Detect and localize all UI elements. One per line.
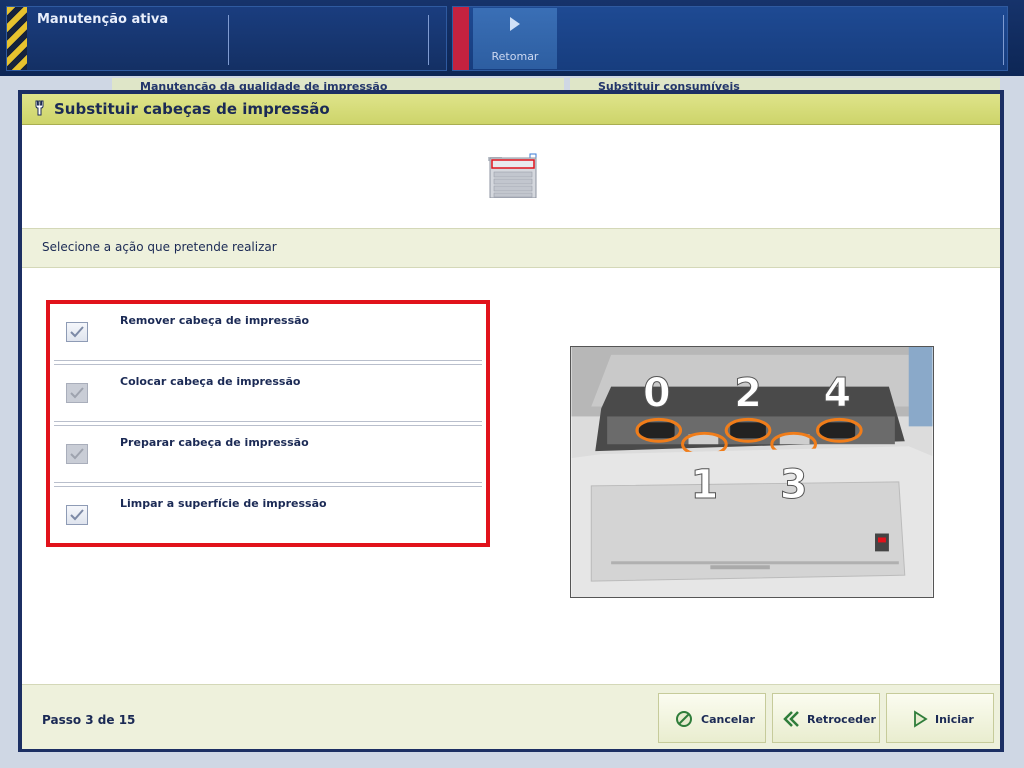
play-icon [914,710,928,728]
option-label: Limpar a superfície de impressão [120,497,327,510]
replace-printheads-dialog: Substituir cabeças de impressão Selecion… [18,90,1004,752]
place-printhead-checkbox[interactable] [66,383,88,403]
back-label: Retroceder [807,713,876,726]
printer-icon [488,153,537,198]
double-chevron-left-icon [783,711,799,727]
position-label: 4 [824,371,852,417]
status-stripe [453,7,469,70]
printhead-positions-illustration: 0 1 2 3 4 [570,346,934,598]
clean-surface-checkbox[interactable] [66,505,88,525]
position-label: 3 [780,462,808,508]
option-label: Colocar cabeça de impressão [120,375,301,388]
checkmark-icon [70,387,84,399]
job-panel: Retomar [452,6,1008,71]
wrench-icon [35,100,44,116]
cancel-label: Cancelar [701,713,755,726]
option-clean-print-surface[interactable]: Limpar a superfície de impressão [50,487,486,543]
back-button[interactable]: Retroceder [772,693,880,743]
divider [1003,15,1004,65]
dialog-footer: Passo 3 de 15 Cancelar Retroceder Inicia… [22,684,1000,749]
option-prepare-printhead[interactable]: Preparar cabeça de impressão [50,426,486,487]
option-remove-printhead[interactable]: Remover cabeça de impressão [50,304,486,365]
dialog-title: Substituir cabeças de impressão [54,100,330,118]
maintenance-title: Manutenção ativa [37,12,169,27]
option-place-printhead[interactable]: Colocar cabeça de impressão [50,365,486,426]
step-indicator: Passo 3 de 15 [42,713,136,727]
option-label: Preparar cabeça de impressão [120,436,309,449]
top-status-bar: Manutenção ativa Retomar [0,0,1024,76]
play-icon [510,17,520,31]
maintenance-panel: Manutenção ativa [6,6,447,71]
divider [428,15,429,65]
action-options-highlight: Remover cabeça de impressão Colocar cabe… [46,300,490,547]
resume-button[interactable]: Retomar [473,8,557,69]
prompt-band: Selecione a ação que pretende realizar [22,228,1000,268]
remove-printhead-checkbox[interactable] [66,322,88,342]
option-label: Remover cabeça de impressão [120,314,310,327]
cancel-icon [676,711,692,727]
start-label: Iniciar [935,713,974,726]
warning-stripe [7,7,27,70]
dialog-header: Substituir cabeças de impressão [22,94,1000,125]
position-label: 1 [691,462,719,508]
position-label: 2 [734,371,762,417]
divider [228,15,229,65]
prepare-printhead-checkbox[interactable] [66,444,88,464]
action-prompt: Selecione a ação que pretende realizar [42,240,277,254]
checkmark-icon [70,448,84,460]
checkmark-icon [70,326,84,338]
cancel-button[interactable]: Cancelar [658,693,766,743]
start-button[interactable]: Iniciar [886,693,994,743]
resume-label: Retomar [491,50,539,63]
position-label: 0 [643,371,671,417]
checkmark-icon [70,509,84,521]
